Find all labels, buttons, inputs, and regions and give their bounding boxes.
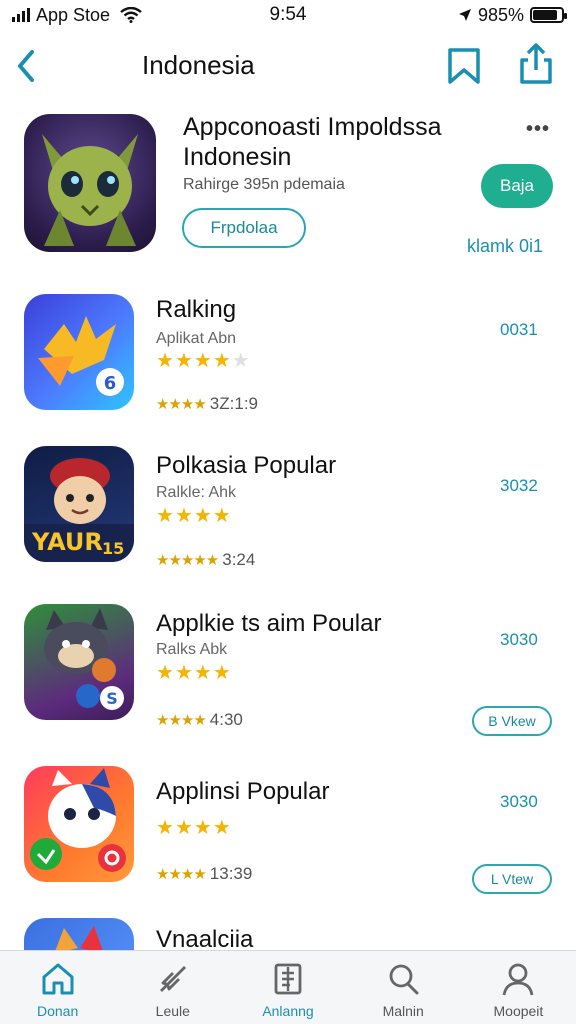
battery-percent: 985% <box>477 4 524 25</box>
mini-rating-icon: ★★★★ <box>156 396 207 413</box>
star-icon: ★ <box>212 505 231 527</box>
app-meta: ★★★★ 3Z:1:9 <box>156 394 258 414</box>
status-left: App Stoe <box>12 5 212 26</box>
star-icon: ★ <box>174 662 193 684</box>
app-icon-polkasia[interactable]: YAUR 15 <box>24 446 134 562</box>
view-button[interactable]: L Vtew <box>472 864 552 894</box>
more-options-icon[interactable]: ••• <box>526 118 550 141</box>
featured-app-title[interactable]: Appconoasti Impoldssa Indonesin <box>183 112 503 172</box>
tab-apps[interactable]: Anlanng <box>230 951 345 1024</box>
page-title: Indonesia <box>142 50 255 80</box>
tab-label: Anlanng <box>262 1003 314 1019</box>
featured-app-icon[interactable] <box>24 114 156 252</box>
star-icon: ★ <box>193 505 212 527</box>
app-meta-value: 4:30 <box>209 710 243 729</box>
star-icon: ★ <box>156 350 174 372</box>
signal-icon <box>12 8 30 22</box>
tab-games[interactable]: Leule <box>115 951 230 1024</box>
star-icon: ★ <box>174 505 193 527</box>
tab-bar: Donan Leule Anlanng Malnin Moopeit <box>0 950 576 1024</box>
rocket-icon <box>159 966 186 992</box>
share-icon[interactable] <box>518 42 554 86</box>
svg-text:6: 6 <box>104 373 117 394</box>
star-icon: ★ <box>212 662 231 684</box>
dog-character-icon <box>30 768 126 872</box>
app-title[interactable]: Applinsi Popular <box>156 778 329 806</box>
tab-account[interactable]: Moopeit <box>461 951 576 1024</box>
creature-icon <box>42 134 138 246</box>
star-icon: ★ <box>156 662 174 684</box>
crown-fish-icon: 6 <box>38 316 124 396</box>
status-bar: App Stoe 9:54 985% <box>0 0 576 30</box>
star-rating: ★ ★ ★ ★ ★ <box>156 351 250 371</box>
tab-home[interactable]: Donan <box>0 951 115 1024</box>
featured-app-subtitle: Rahirge 395n pdemaia <box>183 176 345 193</box>
star-rating: ★ ★ ★ ★ <box>156 506 231 526</box>
navigation-bar: Indonesia <box>0 38 576 94</box>
app-meta: ★★★★ 13:39 <box>156 864 252 884</box>
view-button[interactable]: B Vkew <box>472 706 552 736</box>
app-code: 0031 <box>500 320 538 339</box>
account-icon <box>503 963 534 996</box>
mini-rating-icon: ★★★★ <box>156 866 207 883</box>
apps-icon <box>274 963 302 995</box>
featured-link[interactable]: klamk 0i1 <box>467 236 543 257</box>
star-icon: ★ <box>193 662 212 684</box>
star-icon: ★ <box>212 817 231 839</box>
star-icon: ★ <box>212 350 231 372</box>
carrier-label: App Stoe <box>36 4 111 25</box>
home-icon <box>42 963 74 995</box>
app-icon-ralking[interactable]: 6 <box>24 294 134 410</box>
star-rating: ★ ★ ★ ★ <box>156 818 231 838</box>
star-icon: ★ <box>231 350 250 372</box>
star-icon: ★ <box>174 817 193 839</box>
tab-search[interactable]: Malnin <box>346 951 461 1024</box>
featured-outline-button[interactable]: Frpdolaa <box>182 208 306 248</box>
search-icon <box>389 964 419 995</box>
star-icon: ★ <box>156 505 174 527</box>
star-rating: ★ ★ ★ ★ <box>156 663 231 683</box>
mini-rating-icon: ★★★★ <box>156 712 207 729</box>
wifi-icon <box>120 7 142 23</box>
app-icon-applkie[interactable]: S <box>24 604 134 720</box>
app-meta: ★★★★ 4:30 <box>156 710 243 730</box>
star-icon: ★ <box>156 817 174 839</box>
app-title[interactable]: Polkasia Popular <box>156 452 336 480</box>
character-icon: YAUR 15 <box>24 458 134 562</box>
app-icon-applinsi[interactable] <box>24 766 134 882</box>
app-subtitle: Ralkle: Ahk <box>156 484 237 501</box>
app-meta-value: 3Z:1:9 <box>209 394 258 413</box>
status-time: 9:54 <box>269 4 307 25</box>
app-meta-value: 13:39 <box>209 864 253 883</box>
app-code: 3032 <box>500 476 538 495</box>
svg-text:15: 15 <box>102 539 124 558</box>
app-title[interactable]: Applkie ts aim Poular <box>156 610 381 638</box>
get-button[interactable]: Baja <box>481 164 553 208</box>
app-title[interactable]: Ralking <box>156 296 236 324</box>
svg-text:S: S <box>106 689 118 708</box>
location-icon <box>458 9 471 21</box>
back-chevron-icon[interactable] <box>12 46 42 86</box>
star-icon: ★ <box>193 350 212 372</box>
tab-label: Donan <box>36 1003 79 1019</box>
status-right: 985% <box>364 4 567 26</box>
tab-label: Leule <box>155 1003 190 1019</box>
battery-icon <box>530 7 567 23</box>
mini-rating-icon: ★★★★★ <box>156 552 219 569</box>
star-icon: ★ <box>174 350 193 372</box>
app-subtitle: Aplikat Abn <box>156 330 237 347</box>
app-subtitle: Ralks Abk <box>156 641 228 658</box>
star-icon: ★ <box>193 817 212 839</box>
app-meta: ★★★★★ 3:24 <box>156 550 255 570</box>
cat-character-icon: S <box>44 608 124 710</box>
tab-label: Moopeit <box>493 1003 544 1019</box>
bookmark-icon[interactable] <box>446 46 482 86</box>
app-code: 3030 <box>500 630 538 649</box>
svg-text:YAUR: YAUR <box>31 528 103 556</box>
tab-label: Malnin <box>382 1003 424 1019</box>
app-meta-value: 3:24 <box>222 550 256 569</box>
app-code: 3030 <box>500 792 538 811</box>
